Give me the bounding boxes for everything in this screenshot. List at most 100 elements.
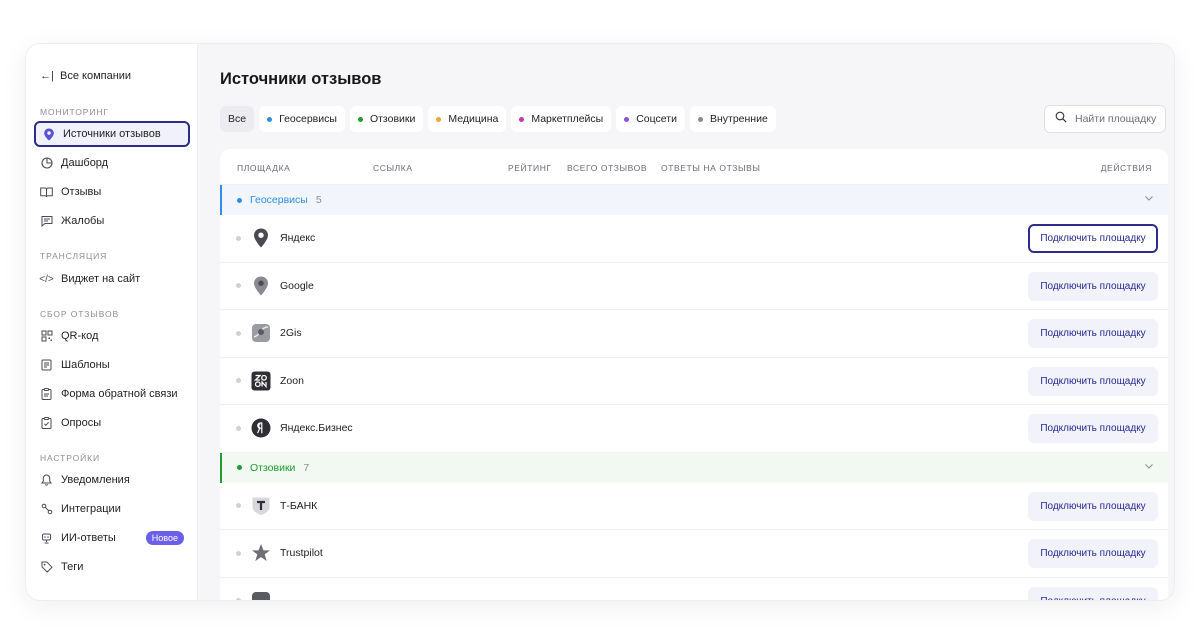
- group-otzoviki[interactable]: Отзовики 7: [220, 452, 1168, 483]
- sidebar-item-integrations[interactable]: Интеграции: [34, 496, 190, 522]
- group-name: Отзовики: [250, 461, 296, 474]
- sidebar-item-sources[interactable]: Источники отзывов: [34, 121, 190, 147]
- sidebar-item-label: Опросы: [61, 417, 102, 429]
- clipboard-icon: [40, 388, 53, 401]
- search-box[interactable]: [1044, 105, 1166, 133]
- group-accent-bar: [220, 185, 222, 215]
- sidebar-item-ai-answers[interactable]: ИИ-ответы Новое: [34, 525, 190, 551]
- connect-button[interactable]: Подключить площадку: [1028, 491, 1158, 521]
- sidebar-item-feedback-form[interactable]: Форма обратной связи: [34, 381, 190, 407]
- table-row: Яндекс.Бизнес Подключить площадку: [220, 405, 1168, 453]
- sidebar-item-label: Источники отзывов: [63, 128, 161, 140]
- status-dot: [236, 330, 241, 336]
- column-answers: Ответы на отзывы: [661, 163, 761, 173]
- connect-button[interactable]: Подключить площадку: [1028, 366, 1158, 396]
- qr-code-icon: [40, 330, 53, 343]
- column-actions: Действия: [1100, 163, 1152, 173]
- column-total: Всего отзывов: [567, 163, 648, 173]
- platform-name: Google: [280, 279, 314, 292]
- link-icon: [40, 503, 53, 516]
- group-accent-bar: [220, 452, 222, 483]
- message-square-icon: [40, 215, 53, 228]
- sidebar-item-dashboard[interactable]: Дашборд: [34, 150, 190, 176]
- connect-button[interactable]: Подключить площадку: [1028, 224, 1158, 253]
- yandex-pin-icon: [251, 228, 271, 248]
- sidebar-item-label: Интеграции: [61, 503, 121, 515]
- status-dot: [236, 235, 241, 241]
- search-input[interactable]: [1075, 113, 1163, 125]
- column-rating: Рейтинг: [508, 163, 552, 173]
- sidebar-item-label: Жалобы: [61, 215, 105, 227]
- table-row: Google Подключить площадку: [220, 263, 1168, 310]
- chevron-down-icon[interactable]: [1144, 461, 1154, 474]
- connect-button[interactable]: Подключить площадку: [1028, 271, 1158, 301]
- connect-button[interactable]: Подключить площадку: [1028, 539, 1158, 568]
- connect-button[interactable]: Подключить площадку: [1028, 319, 1158, 348]
- section-collection: Сбор отзывов: [40, 309, 120, 319]
- group-geo[interactable]: Геосервисы 5: [220, 185, 1168, 215]
- filter-label: Геосервисы: [279, 113, 337, 125]
- connect-button[interactable]: Подключить площадку: [1028, 586, 1158, 600]
- filter-geo[interactable]: Геосервисы: [259, 106, 345, 132]
- group-name: Геосервисы: [250, 194, 308, 206]
- status-dot: [236, 550, 241, 556]
- chevron-down-icon[interactable]: [1144, 193, 1154, 206]
- sources-table: Площадка Ссылка Рейтинг Всего отзывов От…: [220, 149, 1168, 600]
- status-dot: [236, 598, 241, 600]
- filter-all[interactable]: Все: [220, 106, 255, 132]
- group-count: 5: [315, 194, 322, 206]
- back-label: Все компании: [60, 70, 132, 82]
- table-row: Trustpilot Подключить площадку: [220, 530, 1168, 578]
- sidebar-item-label: QR-код: [61, 330, 99, 342]
- platform-name: Zoon: [280, 374, 304, 387]
- book-open-icon: [40, 186, 53, 199]
- page-title: Источники отзывов: [220, 70, 382, 88]
- table-header: Площадка Ссылка Рейтинг Всего отзывов От…: [220, 149, 1168, 185]
- filter-social[interactable]: Соцсети: [616, 106, 685, 132]
- filter-otzoviki[interactable]: Отзовики: [349, 106, 424, 132]
- back-to-companies[interactable]: ←| Все компании: [40, 68, 197, 84]
- filter-label: Медицина: [448, 113, 499, 125]
- sidebar-item-polls[interactable]: Опросы: [34, 410, 190, 436]
- sidebar-item-label: Дашборд: [61, 157, 109, 169]
- platform-name: 2Gis: [280, 327, 302, 340]
- trustpilot-star-icon: [251, 543, 271, 563]
- dot-icon: [624, 116, 630, 122]
- platform-name: Т-БАНК: [280, 499, 318, 512]
- arrow-left-icon: ←|: [40, 70, 54, 82]
- status-dot: [236, 283, 241, 289]
- sidebar-item-templates[interactable]: Шаблоны: [34, 352, 190, 378]
- pie-chart-icon: [40, 157, 53, 170]
- connect-button[interactable]: Подключить площадку: [1028, 414, 1158, 443]
- status-dot: [236, 378, 241, 384]
- status-dot: [236, 425, 241, 431]
- sidebar-item-complaints[interactable]: Жалобы: [34, 208, 190, 234]
- search-icon: [1055, 110, 1067, 128]
- filter-internal[interactable]: Внутренние: [689, 106, 776, 132]
- status-dot: [236, 503, 241, 509]
- filter-marketplaces[interactable]: Маркетплейсы: [511, 106, 612, 132]
- yandex-business-logo-icon: [251, 418, 271, 438]
- filter-medicine[interactable]: Медицина: [428, 106, 507, 132]
- sidebar-item-qr[interactable]: QR-код: [34, 323, 190, 349]
- filter-label: Маркетплейсы: [531, 113, 604, 125]
- google-pin-icon: [251, 276, 271, 296]
- table-row: Т-БАНК Подключить площадку: [220, 483, 1168, 530]
- sidebar-item-label: Шаблоны: [61, 359, 110, 371]
- zoon-logo-icon: [251, 371, 271, 391]
- table-row: Яндекс Подключить площадку: [220, 215, 1168, 263]
- sidebar-item-tags[interactable]: Теги: [34, 554, 190, 580]
- sidebar-item-label: ИИ-ответы: [61, 532, 116, 544]
- clipboard-check-icon: [40, 417, 53, 430]
- sidebar-item-reviews[interactable]: Отзывы: [34, 179, 190, 205]
- new-badge: Новое: [145, 531, 184, 545]
- main-content: Источники отзывов Все Геосервисы Отзовик…: [198, 44, 1174, 600]
- platform-logo-icon: [251, 591, 271, 600]
- sidebar-item-widget[interactable]: </> Виджет на сайт: [34, 266, 190, 292]
- table-row: 2Gis Подключить площадку: [220, 310, 1168, 358]
- filter-label: Отзовики: [369, 113, 416, 125]
- bell-icon: [40, 474, 53, 487]
- column-platform: Площадка: [237, 163, 291, 173]
- dot-icon: [237, 197, 242, 203]
- sidebar-item-notifications[interactable]: Уведомления: [34, 467, 190, 493]
